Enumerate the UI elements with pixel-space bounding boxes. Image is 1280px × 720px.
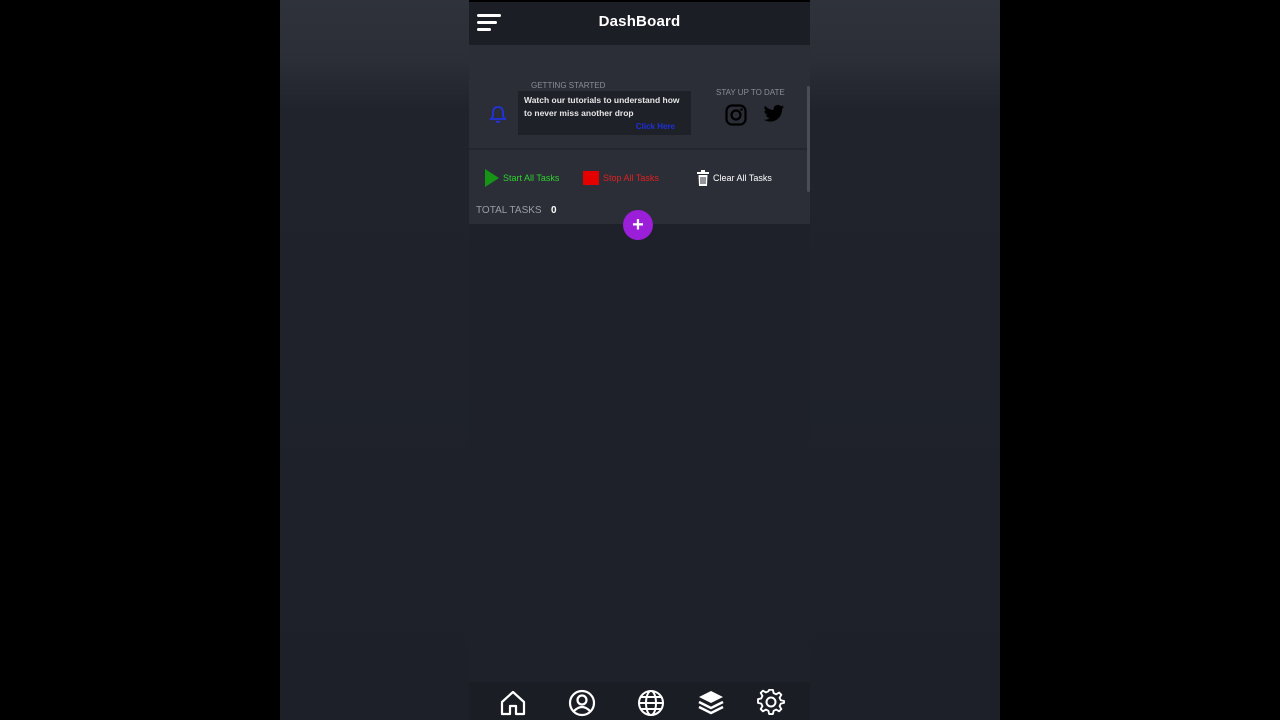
clear-all-tasks-button[interactable]: Clear All Tasks xyxy=(697,168,772,188)
app-screen: DashBoard GETTING STARTED Watch our tuto… xyxy=(469,0,810,720)
play-icon xyxy=(485,169,499,187)
add-task-button[interactable]: + xyxy=(623,210,653,240)
plus-icon: + xyxy=(632,213,644,236)
twitter-icon[interactable] xyxy=(763,104,785,124)
tutorial-text: Watch our tutorials to understand how to… xyxy=(524,95,680,118)
trash-icon xyxy=(697,170,709,186)
globe-icon[interactable] xyxy=(637,689,665,717)
clear-all-tasks-label: Clear All Tasks xyxy=(713,173,772,183)
getting-started-label: GETTING STARTED xyxy=(531,81,606,90)
click-here-link[interactable]: Click Here xyxy=(636,122,675,131)
section-divider xyxy=(469,148,810,150)
stop-all-tasks-label: Stop All Tasks xyxy=(603,173,659,183)
page-title: DashBoard xyxy=(598,13,681,30)
top-bar: DashBoard xyxy=(469,0,810,45)
total-tasks-value: 0 xyxy=(551,205,557,216)
start-all-tasks-button[interactable]: Start All Tasks xyxy=(485,168,559,188)
home-icon[interactable] xyxy=(499,689,527,717)
dashboard-panel: GETTING STARTED Watch our tutorials to u… xyxy=(469,45,810,224)
bottom-nav xyxy=(469,682,810,720)
profile-icon[interactable] xyxy=(568,689,596,717)
settings-icon[interactable] xyxy=(757,689,785,717)
tutorial-card: Watch our tutorials to understand how to… xyxy=(518,91,691,135)
scrollbar[interactable] xyxy=(807,86,810,192)
stay-up-to-date-label: STAY UP TO DATE xyxy=(716,88,785,97)
instagram-icon[interactable] xyxy=(725,104,747,126)
bell-icon[interactable] xyxy=(489,105,507,125)
stop-icon xyxy=(583,171,599,185)
layers-icon[interactable] xyxy=(697,689,725,717)
stop-all-tasks-button[interactable]: Stop All Tasks xyxy=(583,168,659,188)
start-all-tasks-label: Start All Tasks xyxy=(503,173,560,183)
total-tasks-label: TOTAL TASKS xyxy=(476,205,542,216)
